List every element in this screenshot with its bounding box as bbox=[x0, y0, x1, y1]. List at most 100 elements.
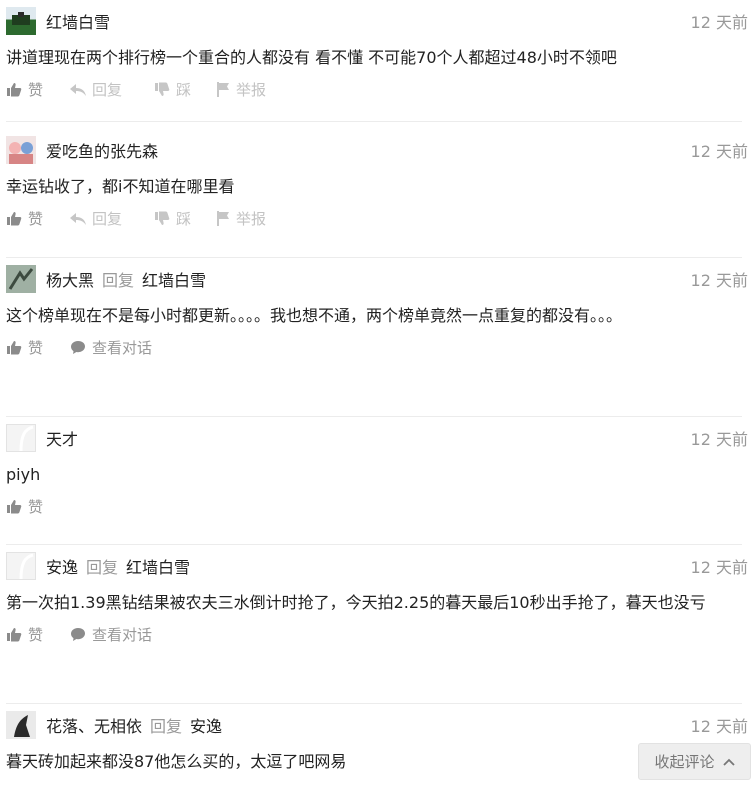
username[interactable]: 天才 bbox=[46, 430, 78, 449]
comment-actions: 赞 查看对话 bbox=[6, 332, 742, 368]
photo-icon bbox=[6, 711, 36, 739]
comment-item: 杨大黑 回复 红墙白雪 12 天前 这个榜单现在不是每小时都更新。。。。我也想不通，… bbox=[6, 258, 748, 417]
report-button[interactable]: 举报 bbox=[216, 79, 266, 100]
timestamp: 12 天前 bbox=[690, 13, 748, 32]
chat-bubble-icon bbox=[71, 628, 85, 641]
comment-author-line: 爱吃鱼的张先森 bbox=[46, 138, 158, 162]
username[interactable]: 花落、无相依 bbox=[46, 717, 142, 736]
comment-text: 暮天砖加起来都没87他怎么买的，太逗了吧网易 bbox=[6, 752, 347, 771]
timestamp: 12 天前 bbox=[690, 271, 748, 290]
username[interactable]: 杨大黑 bbox=[46, 271, 94, 290]
reply-label: 回复 bbox=[92, 81, 123, 99]
comment-item: 天才 12 天前 piyh 赞 bbox=[6, 417, 748, 545]
chat-bubble-icon bbox=[71, 341, 85, 354]
timestamp: 12 天前 bbox=[690, 558, 748, 577]
comment-item: 爱吃鱼的张先森 12 天前 幸运钻收了，都i不知道在哪里看 赞 回复 踩 举报 bbox=[6, 129, 748, 258]
photo-icon bbox=[6, 265, 36, 293]
comment-text: 这个榜单现在不是每小时都更新。。。。我也想不通，两个榜单竟然一点重复的都没有。。… bbox=[6, 306, 623, 325]
thumbs-down-icon bbox=[155, 211, 170, 225]
comment-actions: 赞 bbox=[6, 491, 742, 527]
reply-word: 回复 bbox=[102, 271, 135, 290]
flag-icon bbox=[217, 211, 229, 226]
comment-header: 天才 12 天前 bbox=[6, 417, 748, 455]
reply-word: 回复 bbox=[86, 558, 119, 577]
thumbs-up-icon bbox=[7, 500, 22, 514]
comment-author-line: 红墙白雪 bbox=[46, 9, 110, 33]
report-label: 举报 bbox=[236, 210, 267, 228]
reply-button[interactable]: 回复 bbox=[70, 79, 122, 100]
default-avatar-icon bbox=[19, 553, 34, 580]
comment-text: 第一次拍1.39黑钻结果被农夫三水倒计时抢了，今天拍2.25的暮天最后10秒出手… bbox=[6, 593, 706, 612]
landscape-icon bbox=[12, 12, 30, 25]
comment-text: piyh bbox=[6, 465, 41, 484]
like-button[interactable]: 赞 bbox=[6, 496, 43, 517]
reply-to-username[interactable]: 安逸 bbox=[190, 717, 222, 736]
comment-item: 花落、无相依 回复 安逸 12 天前 暮天砖加起来都没87他怎么买的，太逗了吧网易 bbox=[6, 704, 748, 792]
avatar[interactable] bbox=[6, 7, 36, 35]
comment-actions: 赞 回复 踩 举报 bbox=[6, 203, 742, 239]
reply-arrow-icon bbox=[70, 83, 86, 96]
like-label: 赞 bbox=[28, 498, 44, 516]
like-label: 赞 bbox=[28, 81, 44, 99]
timestamp: 12 天前 bbox=[690, 430, 748, 449]
timestamp: 12 天前 bbox=[690, 142, 748, 161]
comment-actions: 赞 回复 踩 举报 bbox=[6, 74, 742, 110]
view-conversation-button[interactable]: 查看对话 bbox=[70, 337, 152, 358]
collapse-comments-button[interactable]: 收起评论 bbox=[638, 743, 751, 780]
like-label: 赞 bbox=[28, 626, 44, 644]
view-conversation-label: 查看对话 bbox=[92, 626, 153, 644]
comment-text: 讲道理现在两个排行榜一个重合的人都没有 看不懂 不可能70个人都超过48小时不领… bbox=[6, 48, 617, 67]
comment-author-line: 花落、无相依 回复 安逸 bbox=[46, 713, 222, 737]
like-label: 赞 bbox=[28, 210, 44, 228]
reply-arrow-icon bbox=[70, 212, 86, 225]
comment-header: 花落、无相依 回复 安逸 12 天前 bbox=[6, 704, 748, 742]
comment-list: 红墙白雪 12 天前 讲道理现在两个排行榜一个重合的人都没有 看不懂 不可能70… bbox=[0, 0, 756, 792]
view-conversation-button[interactable]: 查看对话 bbox=[70, 624, 152, 645]
report-button[interactable]: 举报 bbox=[216, 208, 266, 229]
comment-header: 杨大黑 回复 红墙白雪 12 天前 bbox=[6, 258, 748, 296]
reply-to-username[interactable]: 红墙白雪 bbox=[142, 271, 206, 290]
avatar[interactable] bbox=[6, 136, 36, 164]
avatar[interactable] bbox=[6, 711, 36, 739]
comment-author-line: 安逸 回复 红墙白雪 bbox=[46, 554, 190, 578]
thumbs-up-icon bbox=[7, 628, 22, 642]
dislike-label: 踩 bbox=[176, 81, 192, 99]
reply-button[interactable]: 回复 bbox=[70, 208, 122, 229]
view-conversation-label: 查看对话 bbox=[92, 339, 153, 357]
dislike-button[interactable]: 踩 bbox=[154, 208, 191, 229]
username[interactable]: 爱吃鱼的张先森 bbox=[46, 142, 158, 161]
dislike-button[interactable]: 踩 bbox=[154, 79, 191, 100]
comment-author-line: 杨大黑 回复 红墙白雪 bbox=[46, 267, 206, 291]
thumbs-up-icon bbox=[7, 341, 22, 355]
chevron-up-icon bbox=[722, 758, 735, 766]
thumbs-up-icon bbox=[7, 83, 22, 97]
reply-word: 回复 bbox=[150, 717, 183, 736]
comment-header: 安逸 回复 红墙白雪 12 天前 bbox=[6, 545, 748, 583]
comment-header: 红墙白雪 12 天前 bbox=[6, 0, 748, 38]
like-button[interactable]: 赞 bbox=[6, 624, 43, 645]
collapse-comments-label: 收起评论 bbox=[654, 753, 715, 771]
username[interactable]: 安逸 bbox=[46, 558, 78, 577]
avatar[interactable] bbox=[6, 552, 36, 580]
flag-icon bbox=[217, 82, 229, 97]
avatar[interactable] bbox=[6, 265, 36, 293]
like-label: 赞 bbox=[28, 339, 44, 357]
like-button[interactable]: 赞 bbox=[6, 337, 43, 358]
comment-item: 红墙白雪 12 天前 讲道理现在两个排行榜一个重合的人都没有 看不懂 不可能70… bbox=[6, 0, 748, 122]
comment-text: 幸运钻收了，都i不知道在哪里看 bbox=[6, 177, 235, 196]
reply-to-username[interactable]: 红墙白雪 bbox=[126, 558, 190, 577]
photo-icon bbox=[9, 142, 33, 164]
username[interactable]: 红墙白雪 bbox=[46, 13, 110, 32]
thumbs-up-icon bbox=[7, 212, 22, 226]
comment-author-line: 天才 bbox=[46, 426, 78, 450]
report-label: 举报 bbox=[236, 81, 267, 99]
like-button[interactable]: 赞 bbox=[6, 79, 43, 100]
like-button[interactable]: 赞 bbox=[6, 208, 43, 229]
thumbs-down-icon bbox=[155, 82, 170, 96]
comment-header: 爱吃鱼的张先森 12 天前 bbox=[6, 129, 748, 167]
timestamp: 12 天前 bbox=[690, 717, 748, 736]
default-avatar-icon bbox=[19, 425, 34, 452]
reply-label: 回复 bbox=[92, 210, 123, 228]
comment-item: 安逸 回复 红墙白雪 12 天前 第一次拍1.39黑钻结果被农夫三水倒计时抢了，今天… bbox=[6, 545, 748, 704]
avatar[interactable] bbox=[6, 424, 36, 452]
